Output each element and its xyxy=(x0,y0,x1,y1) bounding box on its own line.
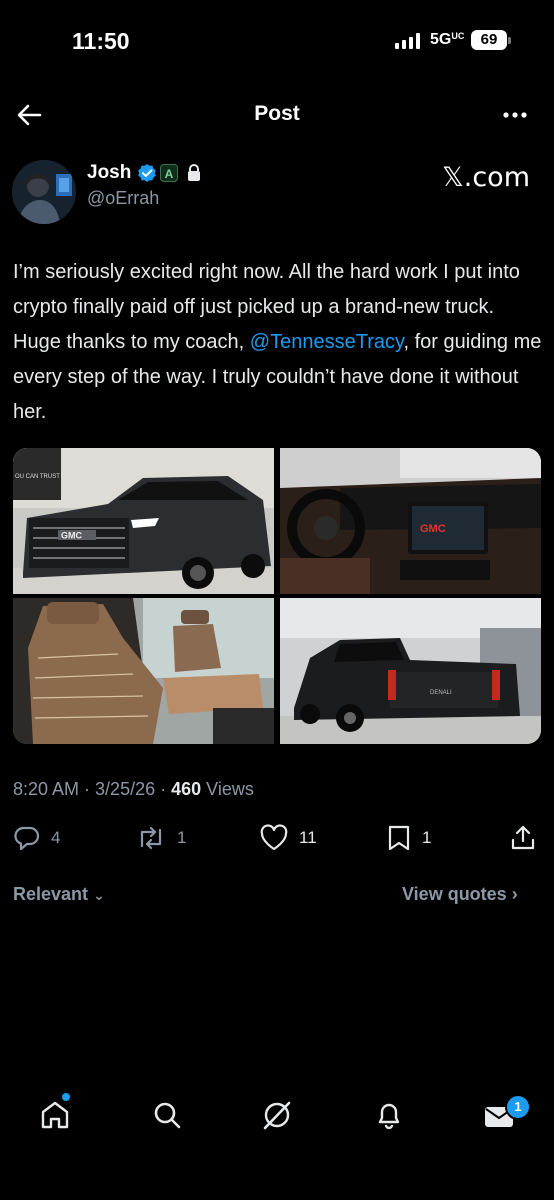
nav-grok[interactable] xyxy=(260,1098,294,1132)
battery-tip xyxy=(508,37,511,44)
like-count: 11 xyxy=(299,828,317,847)
photo-truck-front[interactable]: OU CAN TRUST GMC xyxy=(13,448,274,594)
reply-button[interactable]: 4 xyxy=(13,823,60,853)
affiliate-badge: A xyxy=(160,164,178,182)
avatar[interactable] xyxy=(12,160,76,224)
home-notification-dot xyxy=(62,1093,70,1101)
repost-icon xyxy=(140,826,162,850)
verified-icon xyxy=(137,163,157,188)
photo-gallery: OU CAN TRUST GMC GMC DENALI xyxy=(13,448,541,744)
views-label: Views xyxy=(201,779,254,799)
messages-badge: 1 xyxy=(505,1094,531,1120)
grille-text: GMC xyxy=(61,531,82,541)
author-handle[interactable]: @oErrah xyxy=(87,188,159,209)
chevron-right-icon: › xyxy=(511,884,518,904)
bookmark-icon xyxy=(388,825,410,851)
signal-icon xyxy=(395,33,420,49)
mention-link[interactable]: @TennesseTracy xyxy=(250,331,404,353)
repost-button[interactable]: 1 xyxy=(135,823,186,853)
meta-separator: · xyxy=(155,779,172,799)
sign-text: OU CAN TRUST xyxy=(15,474,60,480)
post-text: I’m seriously excited right now. All the… xyxy=(13,255,543,430)
post-meta: 8:20 AM · 3/25/26 · 460 Views xyxy=(13,779,254,800)
share-button[interactable] xyxy=(510,823,536,853)
home-icon xyxy=(41,1101,69,1129)
bookmark-count: 1 xyxy=(422,828,432,847)
status-time: 11:50 xyxy=(72,28,130,54)
nav-search[interactable] xyxy=(150,1098,184,1132)
lock-icon xyxy=(186,163,202,188)
network-label: 5GUC xyxy=(430,31,465,48)
sort-label: Relevant xyxy=(13,884,89,904)
photo-leather-seats[interactable] xyxy=(13,598,274,744)
view-quotes-link[interactable]: View quotes › xyxy=(402,884,518,905)
avatar-image xyxy=(12,160,76,224)
meta-separator: · xyxy=(79,779,96,799)
more-horizontal-icon xyxy=(503,112,527,118)
heart-icon xyxy=(260,824,288,851)
photo-truck-rear[interactable]: DENALI xyxy=(280,598,541,744)
views-count[interactable]: 460 xyxy=(171,779,201,799)
nav-home[interactable] xyxy=(38,1098,72,1132)
notifications-icon xyxy=(378,1103,400,1130)
photo-dashboard[interactable]: GMC xyxy=(280,448,541,594)
tailgate-text: DENALI xyxy=(430,690,452,696)
post-time: 8:20 AM xyxy=(13,779,80,799)
like-button[interactable]: 11 xyxy=(259,823,317,853)
view-quotes-label: View quotes xyxy=(402,884,507,904)
reply-icon xyxy=(14,826,40,851)
battery-icon: 69 xyxy=(471,30,507,50)
grok-icon xyxy=(263,1101,291,1130)
post-date: 3/25/26 xyxy=(95,779,156,799)
repost-count: 1 xyxy=(177,828,187,847)
nav-notifications[interactable] xyxy=(372,1098,406,1132)
reply-count: 4 xyxy=(51,828,61,847)
bookmark-button[interactable]: 1 xyxy=(386,823,431,853)
source-label: 𝕏.com xyxy=(442,162,531,193)
chevron-down-icon: ⌄ xyxy=(93,887,105,903)
sort-replies-button[interactable]: Relevant ⌄ xyxy=(13,884,105,905)
dash-logo-text: GMC xyxy=(420,523,446,535)
page-title: Post xyxy=(254,102,300,125)
author-name[interactable]: Josh xyxy=(87,162,131,184)
more-button[interactable] xyxy=(500,100,530,130)
search-icon xyxy=(154,1102,181,1129)
share-icon xyxy=(511,825,535,850)
